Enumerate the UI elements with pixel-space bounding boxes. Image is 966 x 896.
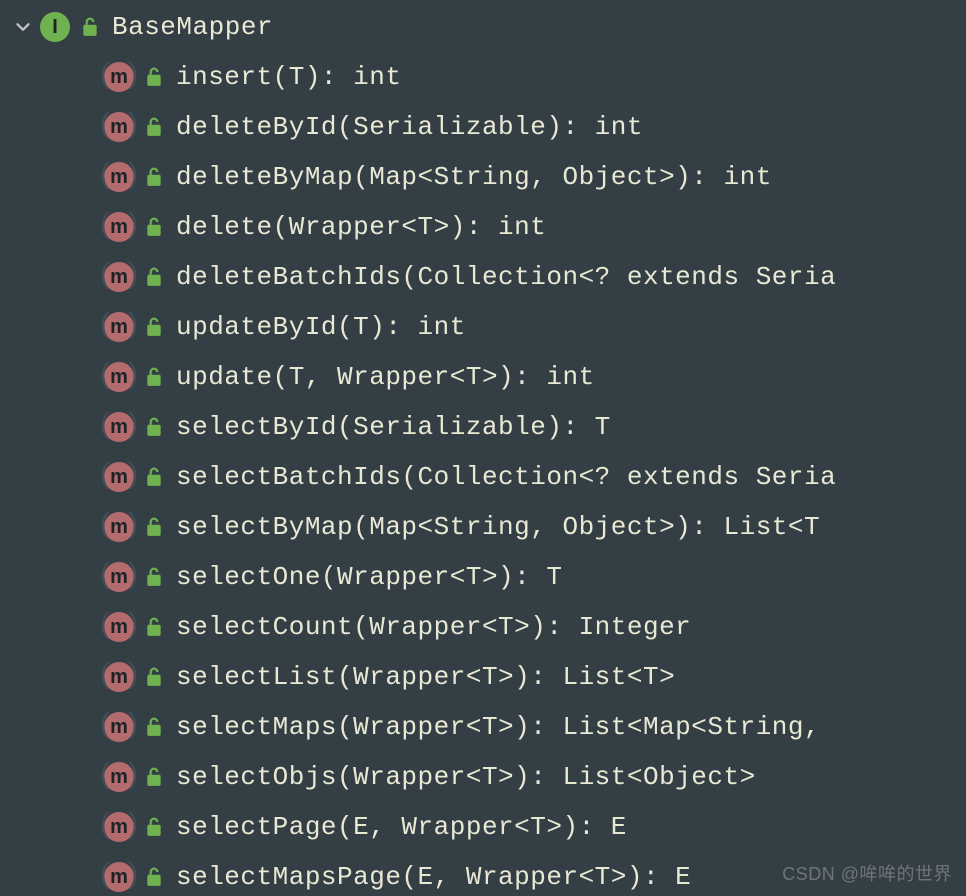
icon-letter: m	[110, 316, 128, 339]
method-icon: ( m )	[104, 262, 134, 292]
method-icon: ( m )	[104, 62, 134, 92]
icon-letter: m	[110, 716, 128, 739]
watermark-text: CSDN @哞哞的世界	[782, 860, 952, 886]
lock-open-icon	[142, 217, 166, 237]
icon-letter: m	[110, 66, 128, 89]
method-signature: deleteById(Serializable): int	[176, 112, 643, 142]
icon-letter: m	[110, 516, 128, 539]
icon-letter: m	[110, 866, 128, 889]
tree-node-method[interactable]: ( m ) insert(T): int	[0, 52, 966, 102]
lock-open-icon	[142, 567, 166, 587]
lock-open-icon	[142, 667, 166, 687]
method-icon: ( m )	[104, 812, 134, 842]
tree-node-method[interactable]: ( m ) updateById(T): int	[0, 302, 966, 352]
method-icon: ( m )	[104, 562, 134, 592]
method-icon: ( m )	[104, 862, 134, 892]
interface-icon: I	[40, 12, 70, 42]
chevron-down-icon[interactable]	[6, 16, 40, 38]
method-signature: selectOne(Wrapper<T>): T	[176, 562, 562, 592]
method-signature: selectList(Wrapper<T>): List<T>	[176, 662, 675, 692]
lock-open-icon	[142, 367, 166, 387]
lock-open-icon	[142, 817, 166, 837]
method-icon: ( m )	[104, 112, 134, 142]
icon-letter: m	[110, 266, 128, 289]
method-signature: selectByMap(Map<String, Object>): List<T	[176, 512, 820, 542]
icon-letter: m	[110, 416, 128, 439]
lock-open-icon	[142, 167, 166, 187]
lock-open-icon	[142, 717, 166, 737]
method-signature: deleteByMap(Map<String, Object>): int	[176, 162, 772, 192]
method-signature: deleteBatchIds(Collection<? extends Seri…	[176, 262, 836, 292]
method-signature: update(T, Wrapper<T>): int	[176, 362, 595, 392]
method-signature: updateById(T): int	[176, 312, 466, 342]
lock-open-icon	[142, 417, 166, 437]
method-icon: ( m )	[104, 462, 134, 492]
method-icon: ( m )	[104, 412, 134, 442]
lock-open-icon	[142, 517, 166, 537]
lock-open-icon	[142, 867, 166, 887]
method-icon: ( m )	[104, 162, 134, 192]
method-signature: selectCount(Wrapper<T>): Integer	[176, 612, 691, 642]
tree-node-method[interactable]: ( m ) selectBatchIds(Collection<? extend…	[0, 452, 966, 502]
tree-node-method[interactable]: ( m ) delete(Wrapper<T>): int	[0, 202, 966, 252]
tree-node-method[interactable]: ( m ) deleteById(Serializable): int	[0, 102, 966, 152]
icon-letter: m	[110, 466, 128, 489]
interface-name: BaseMapper	[112, 12, 273, 42]
lock-open-icon	[142, 267, 166, 287]
icon-letter: m	[110, 216, 128, 239]
icon-letter: m	[110, 766, 128, 789]
icon-letter: m	[110, 566, 128, 589]
icon-letter: m	[110, 666, 128, 689]
lock-open-icon	[142, 617, 166, 637]
tree-node-method[interactable]: ( m ) deleteByMap(Map<String, Object>): …	[0, 152, 966, 202]
method-signature: selectBatchIds(Collection<? extends Seri…	[176, 462, 836, 492]
method-icon: ( m )	[104, 662, 134, 692]
tree-node-method[interactable]: ( m ) selectList(Wrapper<T>): List<T>	[0, 652, 966, 702]
method-icon: ( m )	[104, 312, 134, 342]
tree-node-method[interactable]: ( m ) selectByMap(Map<String, Object>): …	[0, 502, 966, 552]
tree-node-method[interactable]: ( m ) selectMaps(Wrapper<T>): List<Map<S…	[0, 702, 966, 752]
lock-open-icon	[142, 117, 166, 137]
lock-open-icon	[142, 467, 166, 487]
icon-letter: m	[110, 366, 128, 389]
lock-open-icon	[142, 317, 166, 337]
method-icon: ( m )	[104, 762, 134, 792]
method-signature: selectById(Serializable): T	[176, 412, 611, 442]
icon-letter: m	[110, 116, 128, 139]
tree-node-method[interactable]: ( m ) deleteBatchIds(Collection<? extend…	[0, 252, 966, 302]
icon-letter: m	[110, 616, 128, 639]
method-signature: insert(T): int	[176, 62, 401, 92]
method-signature: delete(Wrapper<T>): int	[176, 212, 546, 242]
method-icon: ( m )	[104, 512, 134, 542]
tree-node-method[interactable]: ( m ) selectById(Serializable): T	[0, 402, 966, 452]
method-icon: ( m )	[104, 362, 134, 392]
method-signature: selectObjs(Wrapper<T>): List<Object>	[176, 762, 756, 792]
icon-letter: m	[110, 816, 128, 839]
tree-node-method[interactable]: ( m ) selectCount(Wrapper<T>): Integer	[0, 602, 966, 652]
tree-node-method[interactable]: ( m ) update(T, Wrapper<T>): int	[0, 352, 966, 402]
lock-open-icon	[142, 767, 166, 787]
method-icon: ( m )	[104, 612, 134, 642]
tree-node-method[interactable]: ( m ) selectPage(E, Wrapper<T>): E	[0, 802, 966, 852]
icon-letter: m	[110, 166, 128, 189]
structure-tree: I BaseMapper ( m ) insert(T): int ( m ) …	[0, 0, 966, 896]
tree-node-method[interactable]: ( m ) selectOne(Wrapper<T>): T	[0, 552, 966, 602]
tree-node-interface[interactable]: I BaseMapper	[0, 2, 966, 52]
method-icon: ( m )	[104, 712, 134, 742]
method-icon: ( m )	[104, 212, 134, 242]
method-signature: selectPage(E, Wrapper<T>): E	[176, 812, 627, 842]
tree-node-method[interactable]: ( m ) selectObjs(Wrapper<T>): List<Objec…	[0, 752, 966, 802]
method-signature: selectMaps(Wrapper<T>): List<Map<String,	[176, 712, 820, 742]
lock-open-icon	[78, 17, 102, 37]
method-signature: selectMapsPage(E, Wrapper<T>): E	[176, 862, 691, 892]
lock-open-icon	[142, 67, 166, 87]
icon-letter: I	[52, 16, 58, 39]
